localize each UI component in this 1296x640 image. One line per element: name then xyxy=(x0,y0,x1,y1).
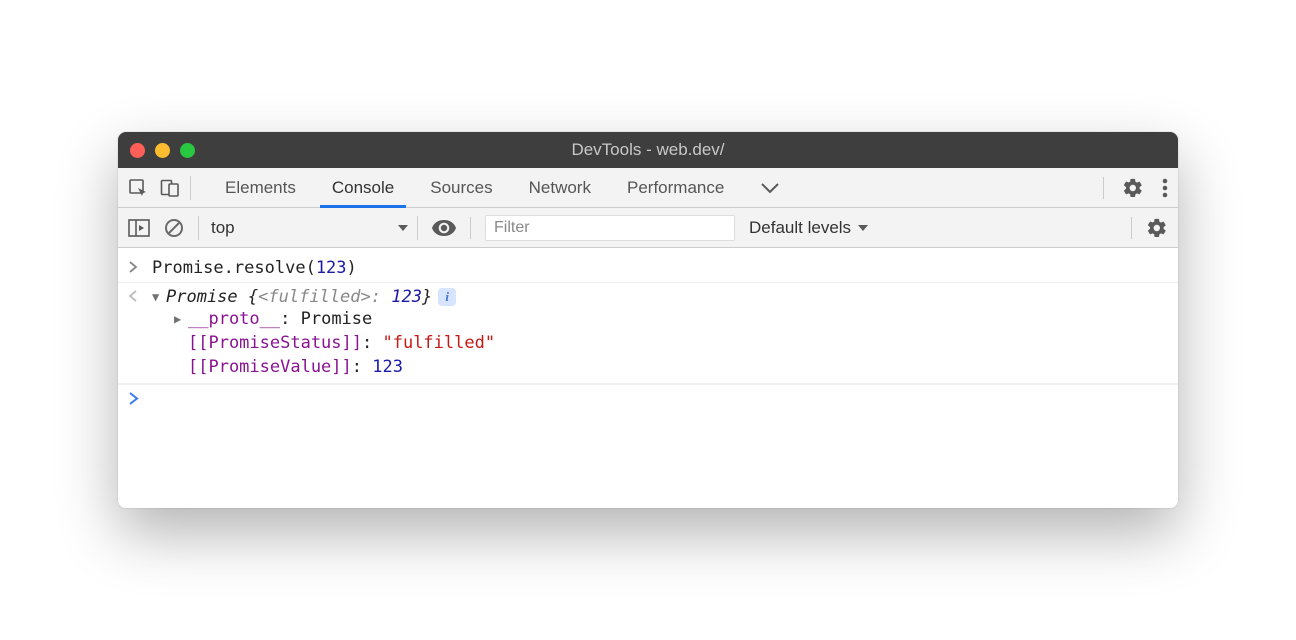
console-toolbar: top Default levels xyxy=(118,208,1178,248)
disclosure-down-icon: ▼ xyxy=(152,290,166,304)
devtools-window: DevTools - web.dev/ Elements Console Sou… xyxy=(118,132,1178,508)
console-prompt[interactable] xyxy=(118,384,1178,413)
more-options-icon[interactable] xyxy=(1162,178,1168,198)
divider xyxy=(470,217,471,239)
console-result: ▼Promise {<fulfilled>: 123}i ▶__proto__:… xyxy=(118,283,1178,384)
chevron-left-icon xyxy=(128,287,142,302)
device-toolbar-icon[interactable] xyxy=(160,178,180,198)
console-settings-icon[interactable] xyxy=(1146,217,1168,239)
minimize-window-button[interactable] xyxy=(155,143,170,158)
panel-tabs-row: Elements Console Sources Network Perform… xyxy=(118,168,1178,208)
settings-icon[interactable] xyxy=(1122,177,1144,199)
tab-elements[interactable]: Elements xyxy=(207,168,314,207)
divider xyxy=(1103,177,1104,199)
result-tree: ▼Promise {<fulfilled>: 123}i ▶__proto__:… xyxy=(152,287,1168,379)
traffic-lights xyxy=(130,143,195,158)
window-title: DevTools - web.dev/ xyxy=(118,140,1178,160)
filter-input[interactable] xyxy=(485,215,735,241)
dropdown-icon xyxy=(857,224,869,232)
close-window-button[interactable] xyxy=(130,143,145,158)
panel-tabs: Elements Console Sources Network Perform… xyxy=(207,168,798,207)
sidebar-toggle-icon[interactable] xyxy=(128,219,150,237)
proto-row[interactable]: ▶__proto__: Promise xyxy=(174,307,1168,331)
result-summary[interactable]: ▼Promise {<fulfilled>: 123}i xyxy=(152,287,1168,307)
promise-value-row: [[PromiseValue]]: 123 xyxy=(174,355,1168,379)
disclosure-right-icon: ▶ xyxy=(174,312,188,326)
promise-status-row: [[PromiseStatus]]: "fulfilled" xyxy=(174,331,1168,355)
divider xyxy=(1131,217,1132,239)
info-badge-icon[interactable]: i xyxy=(438,288,456,306)
clear-console-icon[interactable] xyxy=(164,218,184,238)
more-tabs-button[interactable] xyxy=(742,168,798,207)
maximize-window-button[interactable] xyxy=(180,143,195,158)
console-input-echo: Promise.resolve(123) xyxy=(118,254,1178,283)
titlebar: DevTools - web.dev/ xyxy=(118,132,1178,168)
inspect-element-icon[interactable] xyxy=(128,178,148,198)
tab-performance[interactable]: Performance xyxy=(609,168,742,207)
levels-label: Default levels xyxy=(749,218,851,238)
context-selector[interactable]: top xyxy=(198,216,418,240)
prompt-input-area[interactable] xyxy=(152,389,1168,409)
tab-sources[interactable]: Sources xyxy=(412,168,510,207)
live-expression-icon[interactable] xyxy=(432,220,456,236)
input-code: Promise.resolve(123) xyxy=(152,258,1168,278)
console-body: Promise.resolve(123) ▼Promise {<fulfille… xyxy=(118,248,1178,508)
tab-console[interactable]: Console xyxy=(314,168,412,207)
dropdown-icon xyxy=(397,224,409,232)
tab-network[interactable]: Network xyxy=(511,168,609,207)
chevron-right-icon xyxy=(128,258,142,273)
prompt-chevron-icon xyxy=(128,389,142,405)
context-label: top xyxy=(207,218,235,238)
log-levels-selector[interactable]: Default levels xyxy=(749,218,869,238)
